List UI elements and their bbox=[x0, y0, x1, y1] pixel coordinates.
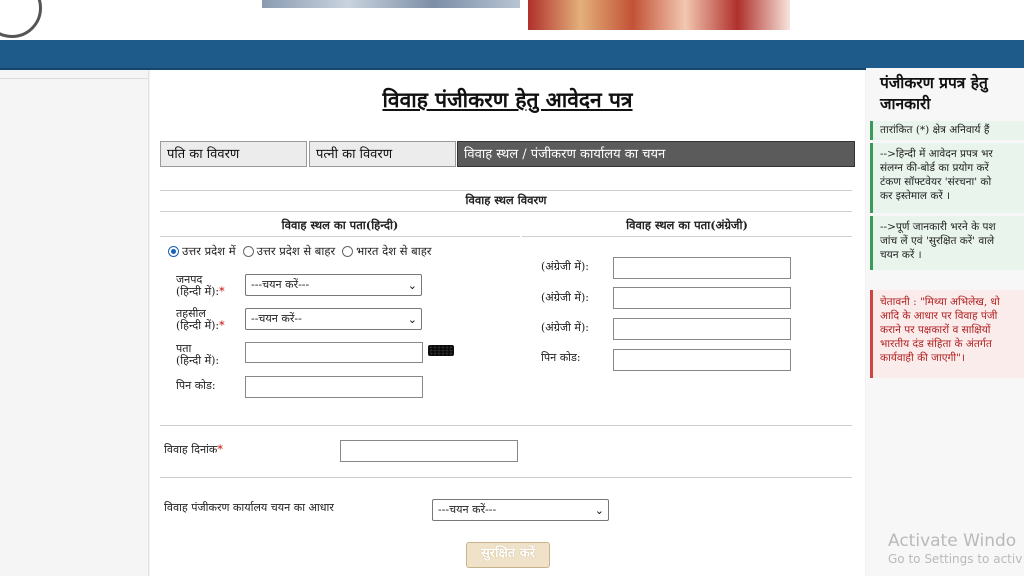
info-line: जांच लें एवं 'सुरक्षित करें' वाले bbox=[880, 235, 995, 247]
info-line: टंकण सॉफ्टवेयर 'संरचना' को bbox=[880, 176, 992, 188]
application-form-panel: विवाह पंजीकरण हेतु आवेदन पत्र पति का विव… bbox=[150, 70, 865, 576]
office-basis-select-value: ---चयन करें--- bbox=[438, 503, 497, 516]
divider bbox=[160, 425, 852, 426]
address-label: पता (हिन्दी में): bbox=[176, 343, 219, 367]
sidebar-title-line: पंजीकरण प्रपत्र हेतु bbox=[880, 73, 988, 92]
address-hindi-input[interactable] bbox=[245, 342, 423, 363]
info-line: -->हिन्दी में आवेदन प्रपत्र भर bbox=[880, 148, 993, 160]
sidebar-title: पंजीकरण प्रपत्र हेतु जानकारी bbox=[880, 72, 1024, 114]
district-select-value: ---चयन करें--- bbox=[251, 278, 310, 291]
divider bbox=[522, 236, 852, 237]
address-english-input-2[interactable] bbox=[613, 287, 791, 309]
form-title: विवाह पंजीकरण हेतु आवेदन पत्र bbox=[382, 87, 633, 112]
section-title: विवाह स्थल विवरण bbox=[465, 193, 547, 207]
keyboard-icon[interactable] bbox=[428, 345, 454, 356]
english-address-heading: विवाह स्थल का पता(अंग्रेजी) bbox=[626, 218, 748, 232]
english-pincode-label: पिन कोड: bbox=[541, 351, 581, 364]
tehsil-label: तहसील (हिन्दी में):* bbox=[176, 308, 225, 332]
tehsil-sublabel: (हिन्दी में): bbox=[176, 319, 220, 332]
required-mark: * bbox=[219, 285, 225, 298]
district-label: जनपद (हिन्दी में):* bbox=[176, 274, 225, 298]
english-field-label: (अंग्रेजी में): bbox=[541, 321, 589, 334]
warning-line: चेतावनी : "मिथ्या अभिलेख, धो bbox=[880, 296, 1000, 308]
marriage-date-label: विवाह दिनांक* bbox=[164, 444, 223, 456]
radio-label: उत्तर प्रदेश से बाहर bbox=[256, 244, 336, 258]
radio-label: उत्तर प्रदेश में bbox=[182, 244, 236, 258]
watermark-line: Activate Windo bbox=[888, 531, 1017, 551]
info-line: कर इस्तेमाल करें । bbox=[880, 190, 951, 202]
info-line: संलग्न की-बोर्ड का प्रयोग करें bbox=[880, 162, 989, 174]
navigation-bar bbox=[0, 40, 1024, 70]
info-sidebar: पंजीकरण प्रपत्र हेतु जानकारी तारांकित (*… bbox=[866, 68, 1024, 576]
pincode-label: पिन कोड: bbox=[176, 379, 216, 392]
radio-label: भारत देश से बाहर bbox=[356, 244, 432, 258]
address-english-input-3[interactable] bbox=[613, 318, 791, 340]
pincode-english-input[interactable] bbox=[613, 349, 791, 371]
required-mark: * bbox=[219, 319, 225, 332]
district-sublabel: (हिन्दी में): bbox=[176, 285, 220, 298]
tehsil-select-value: --चयन करें-- bbox=[251, 312, 302, 325]
address-english-input-1[interactable] bbox=[613, 257, 791, 279]
sidebar-title-line: जानकारी bbox=[880, 94, 931, 113]
chevron-down-icon: ⌄ bbox=[407, 313, 417, 326]
info-required-fields: तारांकित (*) क्षेत्र अनिवार्य हैं bbox=[870, 121, 1024, 140]
pincode-hindi-input[interactable] bbox=[245, 376, 423, 398]
warning-line: कराने पर पक्षकारों व साक्षियों bbox=[880, 324, 991, 336]
tab-wife-details[interactable]: पत्नी का विवरण bbox=[309, 141, 456, 167]
address-sublabel: (हिन्दी में): bbox=[176, 354, 220, 367]
office-basis-label: विवाह पंजीकरण कार्यालय चयन का आधार bbox=[164, 501, 334, 514]
warning-line: भारतीय दंड संहिता के अंतर्गत bbox=[880, 338, 992, 350]
banner-image-left bbox=[262, 0, 520, 8]
hindi-address-heading: विवाह स्थल का पता(हिन्दी) bbox=[281, 218, 399, 232]
tab-venue-office-selection[interactable]: विवाह स्थल / पंजीकरण कार्यालय का चयन bbox=[457, 141, 855, 167]
watermark-line: Go to Settings to activ bbox=[888, 552, 1023, 566]
required-mark: * bbox=[217, 443, 223, 456]
warning-box: चेतावनी : "मिथ्या अभिलेख, धो आदि के आधार… bbox=[870, 290, 1024, 378]
left-sidebar bbox=[0, 70, 149, 576]
tab-husband-details[interactable]: पति का विवरण bbox=[160, 141, 307, 167]
save-button[interactable]: सुरक्षित करें bbox=[466, 542, 550, 568]
divider bbox=[160, 190, 852, 191]
chevron-down-icon: ⌄ bbox=[594, 504, 604, 517]
info-line: -->पूर्ण जानकारी भरने के पश bbox=[880, 221, 996, 233]
divider bbox=[160, 477, 852, 478]
divider bbox=[160, 211, 852, 212]
info-verify-save: -->पूर्ण जानकारी भरने के पश जांच लें एवं… bbox=[870, 216, 1024, 270]
warning-line: आदि के आधार पर विवाह पंजी bbox=[880, 310, 998, 322]
office-basis-select[interactable]: ---चयन करें--- ⌄ bbox=[432, 499, 609, 521]
marriage-date-label-text: विवाह दिनांक bbox=[164, 443, 218, 456]
radio-outside-india[interactable] bbox=[342, 246, 354, 257]
radio-within-up[interactable] bbox=[168, 246, 179, 257]
warning-line: कार्यवाही की जाएगी"। bbox=[880, 352, 965, 364]
activate-windows-watermark: Activate Windo Go to Settings to activ bbox=[888, 531, 1022, 567]
info-hindi-keyboard: -->हिन्दी में आवेदन प्रपत्र भर संलग्न की… bbox=[870, 143, 1024, 213]
chevron-down-icon: ⌄ bbox=[407, 279, 417, 292]
english-field-label: (अंग्रेजी में): bbox=[541, 260, 589, 273]
state-emblem-logo bbox=[0, 0, 42, 38]
tehsil-select[interactable]: --चयन करें-- ⌄ bbox=[245, 308, 422, 330]
english-field-label: (अंग्रेजी में): bbox=[541, 291, 589, 304]
district-select[interactable]: ---चयन करें--- ⌄ bbox=[245, 274, 422, 296]
divider bbox=[160, 236, 520, 237]
header-banner bbox=[0, 0, 1024, 40]
location-radio-group: उत्तर प्रदेश में उत्तर प्रदेश से बाहर भा… bbox=[168, 244, 439, 259]
info-line: चयन करें । bbox=[880, 249, 922, 261]
banner-image-right bbox=[528, 0, 790, 30]
marriage-date-input[interactable] bbox=[340, 440, 518, 462]
radio-outside-up[interactable] bbox=[242, 246, 254, 257]
